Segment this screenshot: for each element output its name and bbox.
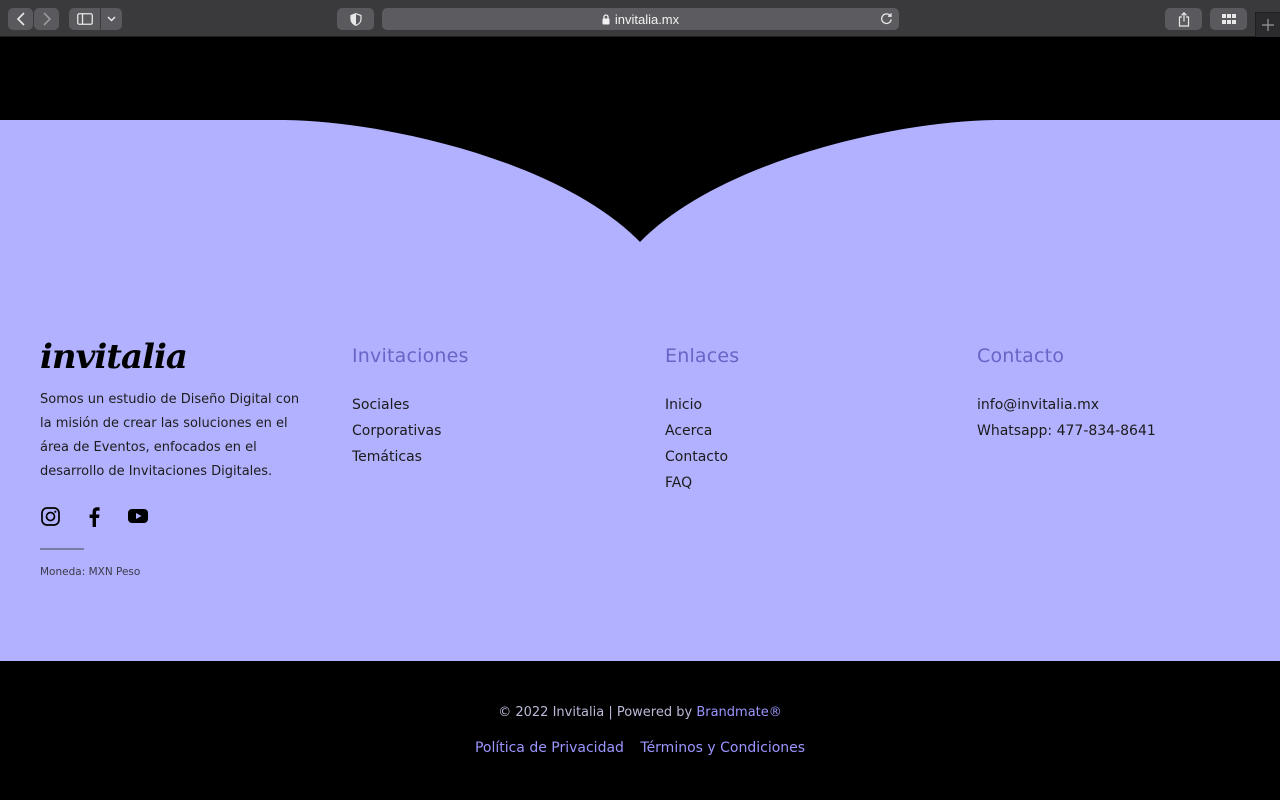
- invitaciones-column: Invitaciones Sociales Corporativas Temát…: [352, 340, 469, 470]
- url-text: invitalia.mx: [614, 11, 680, 27]
- copyright-text: © 2022 Invitalia | Powered by: [498, 705, 697, 720]
- back-button[interactable]: [8, 8, 33, 30]
- lock-icon: [602, 13, 610, 25]
- sidebar-icon: [76, 13, 93, 25]
- link-inicio[interactable]: Inicio: [665, 392, 739, 418]
- social-links: [40, 506, 310, 527]
- tab-overview-icon: [1221, 14, 1236, 24]
- forward-icon: [42, 12, 51, 26]
- privacy-policy-link[interactable]: Política de Privacidad: [475, 740, 624, 756]
- terms-link[interactable]: Términos y Condiciones: [640, 740, 805, 756]
- contacto-column: Contacto info@invitalia.mx Whatsapp: 477…: [977, 340, 1156, 444]
- facebook-icon[interactable]: [84, 506, 104, 527]
- divider: [40, 548, 84, 550]
- enlaces-column: Enlaces Inicio Acerca Contacto FAQ: [665, 340, 739, 496]
- youtube-icon[interactable]: [128, 506, 148, 526]
- forward-button[interactable]: [34, 8, 59, 30]
- privacy-button[interactable]: [337, 8, 374, 30]
- tab-overview-button[interactable]: [1210, 8, 1247, 30]
- link-acerca[interactable]: Acerca: [665, 418, 739, 444]
- back-icon: [16, 12, 25, 26]
- link-corporativas[interactable]: Corporativas: [352, 418, 469, 444]
- enlaces-heading: Enlaces: [665, 345, 740, 367]
- new-tab-button[interactable]: [1255, 12, 1280, 37]
- shield-icon: [349, 12, 362, 26]
- contact-email[interactable]: info@invitalia.mx: [977, 392, 1156, 418]
- copyright: © 2022 Invitalia | Powered by Brandmate®: [0, 705, 1280, 720]
- share-icon: [1178, 11, 1189, 27]
- brand-column: invitalia Somos un estudio de Diseño Dig…: [40, 340, 310, 578]
- link-contacto[interactable]: Contacto: [665, 444, 739, 470]
- link-tematicas[interactable]: Temáticas: [352, 444, 469, 470]
- sidebar-menu-button[interactable]: [101, 8, 122, 30]
- instagram-icon[interactable]: [40, 506, 60, 526]
- top-section: [0, 37, 1280, 120]
- legal-links: Política de Privacidad Términos y Condic…: [0, 740, 1280, 756]
- sidebar-button[interactable]: [69, 8, 100, 30]
- share-button[interactable]: [1165, 8, 1202, 30]
- link-sociales[interactable]: Sociales: [352, 392, 469, 418]
- brand-description: Somos un estudio de Diseño Digital con l…: [40, 392, 300, 479]
- browser-toolbar: invitalia.mx: [0, 0, 1280, 37]
- decorative-wave: [0, 120, 1280, 242]
- brandmate-link[interactable]: Brandmate®: [696, 705, 781, 720]
- plus-icon: [1262, 19, 1274, 31]
- contact-whatsapp[interactable]: Whatsapp: 477-834-8641: [977, 418, 1156, 444]
- link-faq[interactable]: FAQ: [665, 470, 739, 496]
- address-bar[interactable]: invitalia.mx: [382, 8, 899, 30]
- brand-logo[interactable]: invitalia: [40, 340, 310, 374]
- chevron-down-icon: [107, 16, 116, 22]
- invitaciones-heading: Invitaciones: [352, 345, 469, 367]
- reload-icon[interactable]: [880, 12, 893, 28]
- currency-label[interactable]: Moneda: MXN Peso: [40, 566, 310, 578]
- bottom-footer: © 2022 Invitalia | Powered by Brandmate®…: [0, 661, 1280, 800]
- contacto-heading: Contacto: [977, 345, 1065, 367]
